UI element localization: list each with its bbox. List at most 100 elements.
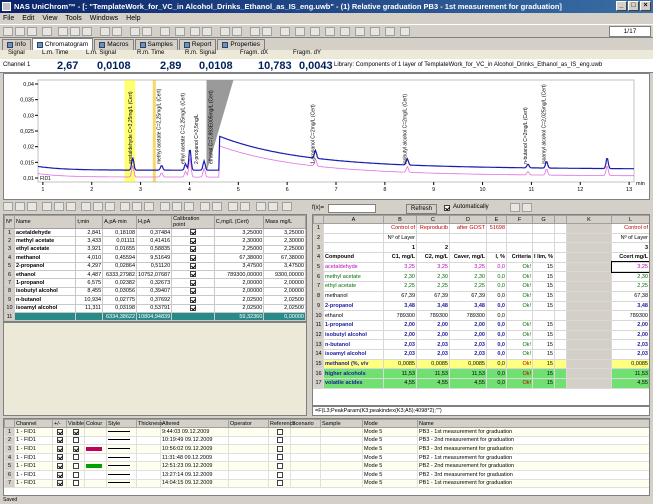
sheet-cell[interactable]: Ok! xyxy=(506,281,533,292)
reference-checkbox[interactable] xyxy=(276,454,283,461)
sheet-cell[interactable] xyxy=(554,261,567,273)
table-cell[interactable]: 0,41416 xyxy=(136,236,173,246)
menu-item-tools[interactable]: Tools xyxy=(65,13,81,24)
table-cell[interactable]: 10804,94839 xyxy=(136,311,173,321)
channel-cell[interactable] xyxy=(290,452,321,463)
channel-cell[interactable]: Mode 5 xyxy=(362,461,418,471)
sheet-cell[interactable]: Caver, mg/L xyxy=(449,252,487,263)
channels-table[interactable]: Channel +/- Visible Colour Style Thickness Alt… xyxy=(3,418,650,496)
channel-cell[interactable] xyxy=(106,427,137,437)
sheet-cell[interactable]: 2,03 xyxy=(416,339,450,350)
calibration-checkbox[interactable] xyxy=(189,246,196,253)
sheet-cell[interactable]: C2, mg/L xyxy=(416,252,450,263)
channel-cell[interactable]: Mode 5 xyxy=(362,469,418,480)
table-cell[interactable]: methanol xyxy=(13,253,77,263)
table-tool-icon[interactable] xyxy=(105,202,115,211)
sheet-cell[interactable]: 67,39 xyxy=(416,290,450,302)
baseline-icon[interactable] xyxy=(232,27,242,36)
sheet-cell[interactable]: 67,38 xyxy=(611,290,649,302)
channel-cell[interactable]: PB2 - 1st measurement for graduation xyxy=(417,452,649,463)
sheet-cell[interactable]: 0,0 xyxy=(486,329,507,341)
sheet-cell[interactable]: 0,0085 xyxy=(449,358,487,370)
sheet-cell[interactable]: 789300 xyxy=(383,310,417,321)
table-cell[interactable]: 3,47500 xyxy=(213,261,265,271)
table-tool-icon[interactable] xyxy=(15,202,25,211)
sheet-cell[interactable]: 0,0085 xyxy=(383,358,417,370)
sheet-row[interactable]: 15 methanol (%, v/v 0,0085 0,0085 0,0085 0,0 O… xyxy=(313,358,649,370)
channel-cell[interactable]: 12:51:23 09.12.2009 xyxy=(160,461,229,471)
row-number[interactable]: 16 xyxy=(313,368,324,379)
sheet-row[interactable]: 1 Control of Reproducib after GOST 51698 Cont… xyxy=(313,223,649,234)
sheet-cell[interactable]: 11,53 xyxy=(611,368,649,379)
sheet-row[interactable]: 17 volatile acides 4,55 4,55 4,55 0,0 Ok! 15 4,5… xyxy=(313,378,649,389)
channel-cell[interactable]: 2 xyxy=(4,435,15,446)
sheet-cell[interactable]: 2,00 xyxy=(416,319,450,331)
sheet-cell[interactable]: Control of xyxy=(611,223,649,234)
table-cell[interactable]: 0,32673 xyxy=(136,278,173,288)
plusminus-checkbox[interactable] xyxy=(56,428,63,435)
maximize-icon[interactable]: □ xyxy=(628,1,639,11)
sheet-cell[interactable]: 2,30 xyxy=(611,271,649,283)
row-number[interactable]: 8 xyxy=(313,290,324,302)
channel-row[interactable]: 51 - FID1 12:51:23 09.12.2009 Mode 5 PB2 - … xyxy=(4,461,649,471)
sheet-cell[interactable]: n-butanol xyxy=(323,339,384,350)
table-cell[interactable]: isobutyl alcohol xyxy=(13,286,77,297)
table-tool-icon[interactable] xyxy=(81,202,91,211)
channel-cell[interactable]: Mode 5 xyxy=(362,452,418,463)
channel-cell[interactable]: 3 xyxy=(4,444,15,454)
channel-cell[interactable] xyxy=(228,435,269,446)
sheet-cell[interactable]: Ok! xyxy=(506,261,533,273)
channel-cell[interactable] xyxy=(106,452,137,463)
row-number[interactable]: 10 xyxy=(313,310,324,321)
row-number[interactable]: 2 xyxy=(313,232,324,244)
sheet-cell[interactable] xyxy=(323,232,384,244)
sheet-cell[interactable]: methanol xyxy=(323,290,384,302)
sheet-cell[interactable] xyxy=(506,242,533,254)
method-icon[interactable] xyxy=(325,27,335,36)
sheet-cell[interactable]: Compound xyxy=(323,252,384,263)
sheet-cell[interactable]: 15 xyxy=(532,271,555,283)
channel-row[interactable]: 41 - FID1 11:31:48 09.12.2009 Mode 5 PB2 - … xyxy=(4,452,649,463)
sheet-row[interactable]: 12 isobutyl alcohol 2,00 2,00 2,00 0,0 Ok! 15 2,… xyxy=(313,329,649,341)
colour-swatch[interactable] xyxy=(86,463,102,468)
sheet-cell[interactable] xyxy=(554,368,567,379)
play-icon[interactable] xyxy=(190,27,200,36)
sheet-cell[interactable]: methyl acetate xyxy=(323,271,384,283)
channel-cell[interactable] xyxy=(228,461,269,471)
open-folder-icon[interactable] xyxy=(15,27,25,36)
channel-cell[interactable] xyxy=(228,452,269,463)
channel-cell[interactable]: 4 xyxy=(4,452,15,463)
zoom-icon[interactable] xyxy=(142,27,152,36)
menu-item-file[interactable]: File xyxy=(3,13,14,24)
sheet-tool-icon[interactable] xyxy=(522,203,532,212)
channel-cell[interactable] xyxy=(228,444,269,454)
sheet-cell[interactable]: Control of xyxy=(383,223,417,234)
visible-checkbox[interactable] xyxy=(72,471,79,478)
column-header[interactable] xyxy=(554,215,567,224)
row-number[interactable]: 12 xyxy=(313,329,324,341)
sheet-cell[interactable]: 11,53 xyxy=(383,368,417,379)
sheet-cell[interactable] xyxy=(554,242,567,254)
table-tool-icon[interactable] xyxy=(240,202,250,211)
sheet-row[interactable]: 111-propanol2,002,002,000,0Ok!152,000,0 xyxy=(313,319,649,331)
colour-swatch[interactable] xyxy=(86,446,102,451)
channel-cell[interactable] xyxy=(136,478,161,489)
column-header[interactable]: Mass mg/L xyxy=(263,215,306,229)
table-cell[interactable]: 6 xyxy=(4,269,15,280)
channel-cell[interactable]: Mode 5 xyxy=(362,427,418,437)
sheet-cell[interactable]: 2,25 xyxy=(611,281,649,292)
sheet-cell[interactable]: 1 xyxy=(383,242,417,254)
sheet-row[interactable]: 92-propanol3,483,483,480,0Ok!153,480,0 xyxy=(313,300,649,312)
channel-cell[interactable] xyxy=(136,427,161,437)
column-header[interactable]: Scenario xyxy=(290,419,321,428)
table-cell[interactable]: 1-propanol xyxy=(13,278,77,288)
sheet-cell[interactable] xyxy=(532,242,555,254)
channel-cell[interactable] xyxy=(290,478,321,489)
visible-checkbox[interactable] xyxy=(72,428,79,435)
sheet-cell[interactable] xyxy=(532,232,555,244)
chromatogram-svg[interactable]: 0,040,0350,030,0250,020,0150,011 2 3 4 5 6 7 8 9… xyxy=(4,74,649,199)
table-cell[interactable]: 0,18108 xyxy=(102,227,138,238)
table-cell[interactable]: 6333,27982 xyxy=(102,269,138,280)
table-cell[interactable]: 0,53791 xyxy=(136,303,173,313)
save-icon[interactable] xyxy=(27,27,37,36)
